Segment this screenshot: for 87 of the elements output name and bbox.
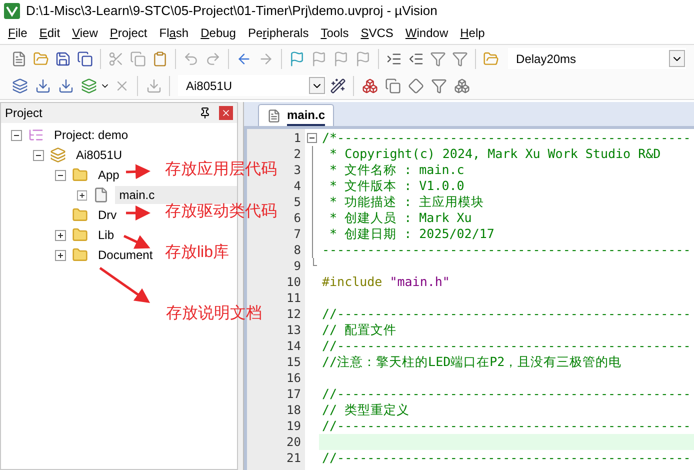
line-number: 1: [294, 130, 301, 146]
window-title: D:\1-Misc\3-Learn\9-STC\05-Project\01-Timer\Prj\demo.uvproj - µVision: [26, 2, 438, 20]
annotation-text: 存放说明文档: [166, 304, 262, 324]
code-line: * 文件名称 : main.c: [328, 162, 464, 178]
line-number: 8: [294, 242, 301, 258]
code-line: * 文件版本 : V1.0.0: [328, 178, 464, 194]
menu-item[interactable]: Tools: [314, 24, 355, 42]
tree-item[interactable]: Project: demo: [50, 126, 132, 144]
folder-icon: [72, 207, 88, 223]
fold-icon[interactable]: [307, 133, 317, 143]
line-number: 21: [286, 450, 301, 466]
menu-item[interactable]: Debug: [194, 24, 242, 42]
app-logo-icon: [4, 3, 20, 19]
line-number: 2: [294, 146, 301, 162]
code-line: // 配置文件: [321, 322, 397, 338]
code-line: * Copyright(c) 2024, Mark Xu Work Studio R&D: [328, 146, 661, 162]
collapse-icon[interactable]: [33, 150, 44, 160]
code-line: * 功能描述 : 主应用模块: [328, 194, 484, 210]
line-number: 7: [294, 226, 301, 242]
line-number: 5: [294, 194, 301, 210]
close-icon: [221, 108, 231, 118]
code-line: //-----------------------------------------------: [321, 418, 691, 434]
code-line: //注意：擎天柱的LED端口在P2，且没有三极管的电: [321, 354, 622, 370]
line-number: 17: [286, 386, 301, 402]
code-line: //-----------------------------------------------: [321, 450, 691, 466]
project-icon: [28, 127, 44, 143]
menu-item[interactable]: Window: [399, 24, 454, 42]
line-number: 4: [294, 178, 301, 194]
tree-item[interactable]: Document: [94, 246, 157, 264]
code-line: -------------------------------------------------: [321, 242, 691, 258]
editor-tab[interactable]: main.c: [258, 104, 334, 126]
collapse-icon[interactable]: [55, 170, 66, 180]
tree-item[interactable]: Lib: [94, 226, 118, 244]
line-number: 3: [294, 162, 301, 178]
folder-icon: [72, 247, 88, 263]
expand-icon[interactable]: [77, 190, 88, 200]
folder-icon: [72, 167, 88, 183]
line-number: 10: [286, 274, 301, 290]
tree-item[interactable]: Drv: [94, 206, 121, 224]
line-number: 9: [294, 258, 301, 274]
menu-item[interactable]: Flash: [153, 24, 195, 42]
menu-item[interactable]: File: [2, 24, 34, 42]
file-icon: [267, 108, 281, 122]
menu-item[interactable]: SVCS: [354, 24, 400, 42]
collapse-icon[interactable]: [11, 130, 22, 140]
code-line: * 创建人员 : Mark Xu: [328, 210, 472, 226]
line-number: 6: [294, 210, 301, 226]
annotation-arrow: [123, 234, 150, 249]
line-number: 11: [286, 290, 301, 306]
find-combo[interactable]: Delay20ms: [508, 48, 686, 69]
tree-item[interactable]: Ai8051U: [72, 146, 126, 164]
annotation-arrow: [99, 266, 150, 304]
annotation-text: 存放lib库: [165, 243, 230, 263]
annotation-arrow: [126, 206, 150, 220]
code-line: /*-----------------------------------------------: [321, 130, 691, 146]
menu-item[interactable]: Peripherals: [242, 24, 315, 42]
pin-icon[interactable]: [199, 107, 211, 119]
tree-item[interactable]: App: [94, 166, 124, 184]
line-number: 13: [286, 322, 301, 338]
code-line: //-----------------------------------------------: [321, 306, 691, 322]
target-combo[interactable]: Ai8051U: [178, 75, 326, 96]
close-button[interactable]: [219, 106, 233, 120]
menu-item[interactable]: Edit: [33, 24, 66, 42]
tree-item[interactable]: main.c: [115, 186, 237, 204]
file-icon: [93, 187, 110, 203]
code-line: * 创建日期 : 2025/02/17: [328, 226, 494, 242]
menu-item[interactable]: View: [66, 24, 104, 42]
line-number: 15: [286, 354, 301, 370]
annotation-text: 存放驱动类代码: [165, 202, 277, 222]
line-number: 18: [286, 402, 301, 418]
expand-icon[interactable]: [55, 230, 66, 240]
annotation-arrow: [126, 164, 150, 180]
code-line: // 类型重定义: [321, 402, 410, 418]
annotation-text: 存放应用层代码: [165, 160, 277, 180]
line-number: 16: [286, 370, 301, 386]
line-number: 14: [286, 338, 301, 354]
folder-icon: [72, 227, 88, 243]
line-number: 20: [286, 434, 301, 450]
line-number: 19: [286, 418, 301, 434]
line-number: 12: [286, 306, 301, 322]
code-line: #include "main.h": [321, 274, 450, 290]
menu-item[interactable]: Project: [104, 24, 154, 42]
expand-icon[interactable]: [55, 250, 66, 260]
menu-item[interactable]: Help: [454, 24, 491, 42]
panel-title: Project: [5, 105, 44, 122]
code-line: //-----------------------------------------------: [321, 386, 691, 402]
code-line: //-----------------------------------------------: [321, 338, 691, 354]
